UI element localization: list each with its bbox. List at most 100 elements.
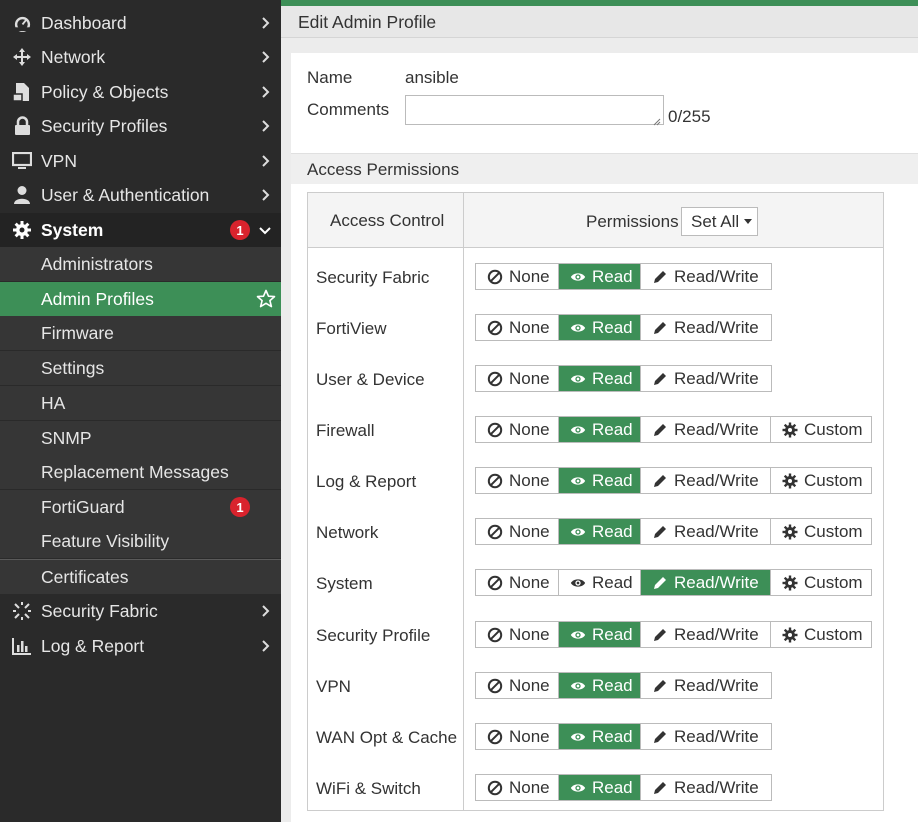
log-report-icon: [12, 636, 32, 656]
pencil-icon: [652, 678, 668, 694]
permission-option-label: Read/Write: [674, 726, 759, 746]
network-icon: [12, 47, 32, 67]
ban-icon: [487, 422, 503, 438]
permission-button-group: None Read Read/Write: [475, 365, 772, 392]
permission-row-label: Firewall: [316, 421, 375, 440]
nav-security-fabric[interactable]: Security Fabric: [0, 594, 281, 628]
permission-option-custom[interactable]: Custom: [771, 468, 871, 493]
permission-option-none[interactable]: None: [476, 673, 559, 698]
permission-option-rw[interactable]: Read/Write: [641, 417, 771, 442]
permission-option-label: None: [509, 777, 550, 797]
permissions-table: Access Control Permissions Set All Secur…: [307, 192, 884, 811]
eye-icon: [570, 422, 586, 438]
permission-option-custom[interactable]: Custom: [771, 417, 871, 442]
permission-option-label: None: [509, 317, 550, 337]
permission-option-read[interactable]: Read: [559, 366, 641, 391]
permission-option-rw[interactable]: Read/Write: [641, 468, 771, 493]
nav-label: Security Profiles: [41, 115, 168, 136]
permission-option-none[interactable]: None: [476, 775, 559, 800]
set-all-dropdown[interactable]: Set All: [681, 207, 758, 236]
permission-option-read[interactable]: Read: [559, 519, 641, 544]
permission-option-read[interactable]: Read: [559, 264, 641, 289]
ban-icon: [487, 269, 503, 285]
permission-option-label: Custom: [804, 470, 863, 490]
nav-network[interactable]: Network: [0, 40, 281, 74]
sidebar-item-fortiguard[interactable]: FortiGuard 1: [0, 490, 281, 524]
permission-option-read[interactable]: Read: [559, 570, 641, 595]
dashboard-icon: [12, 13, 32, 33]
eye-icon: [570, 729, 586, 745]
permission-option-custom[interactable]: Custom: [771, 519, 871, 544]
permission-option-rw[interactable]: Read/Write: [641, 264, 771, 289]
permission-option-label: Read/Write: [674, 521, 759, 541]
permission-option-read[interactable]: Read: [559, 417, 641, 442]
nav-vpn[interactable]: VPN: [0, 144, 281, 178]
nav-security-profiles[interactable]: Security Profiles: [0, 109, 281, 143]
caret-down-icon: [744, 219, 753, 224]
sidebar-item-feature-visibility[interactable]: Feature Visibility: [0, 524, 281, 558]
pencil-icon: [652, 575, 668, 591]
permission-option-none[interactable]: None: [476, 622, 559, 647]
permission-option-label: Read/Write: [674, 317, 759, 337]
permission-option-read[interactable]: Read: [559, 468, 641, 493]
sidebar-item-firmware[interactable]: Firmware: [0, 316, 281, 350]
sidebar-item-ha[interactable]: HA: [0, 386, 281, 420]
ban-icon: [487, 524, 503, 540]
permission-option-label: Read: [592, 726, 633, 746]
sidebar-item-snmp[interactable]: SNMP: [0, 421, 281, 455]
permission-option-rw[interactable]: Read/Write: [641, 622, 771, 647]
nav-user-authentication[interactable]: User & Authentication: [0, 178, 281, 212]
star-icon[interactable]: [256, 289, 276, 309]
resize-handle-icon[interactable]: [652, 113, 661, 126]
sidebar-item-administrators[interactable]: Administrators: [0, 247, 281, 281]
permission-option-read[interactable]: Read: [559, 775, 641, 800]
permission-option-none[interactable]: None: [476, 519, 559, 544]
nav-log-report[interactable]: Log & Report: [0, 629, 281, 663]
nav-dashboard[interactable]: Dashboard: [0, 6, 281, 40]
permission-option-rw[interactable]: Read/Write: [641, 775, 771, 800]
sidebar-item-replacement-messages[interactable]: Replacement Messages: [0, 455, 281, 489]
permission-option-label: Read: [592, 470, 633, 490]
permission-option-none[interactable]: None: [476, 468, 559, 493]
permission-option-read[interactable]: Read: [559, 724, 641, 749]
permission-option-rw[interactable]: Read/Write: [641, 519, 771, 544]
comments-field[interactable]: [405, 95, 664, 126]
chevron-right-icon: [258, 636, 272, 656]
permission-option-none[interactable]: None: [476, 570, 559, 595]
permission-option-none[interactable]: None: [476, 366, 559, 391]
permission-option-rw[interactable]: Read/Write: [641, 673, 771, 698]
sidebar-item-admin-profiles[interactable]: Admin Profiles: [0, 282, 281, 316]
permission-option-none[interactable]: None: [476, 264, 559, 289]
permission-option-read[interactable]: Read: [559, 622, 641, 647]
permission-option-label: Read/Write: [674, 624, 759, 644]
nav-label: Log & Report: [41, 635, 145, 656]
permission-option-rw[interactable]: Read/Write: [641, 724, 771, 749]
nav-label: Security Fabric: [41, 600, 158, 621]
sidebar-item-certificates[interactable]: Certificates: [0, 560, 281, 594]
pencil-icon: [652, 269, 668, 285]
permission-option-none[interactable]: None: [476, 724, 559, 749]
nav-policy-objects[interactable]: Policy & Objects: [0, 75, 281, 109]
permission-option-read[interactable]: Read: [559, 673, 641, 698]
sidebar-item-settings[interactable]: Settings: [0, 351, 281, 385]
permission-option-rw[interactable]: Read/Write: [641, 315, 771, 340]
permission-option-rw[interactable]: Read/Write: [641, 366, 771, 391]
permission-button-group: None Read Read/Write: [475, 723, 772, 750]
page-title: Edit Admin Profile: [298, 12, 437, 32]
gear-icon: [782, 627, 798, 643]
permission-option-rw[interactable]: Read/Write: [641, 570, 771, 595]
nav-system[interactable]: System 1: [0, 213, 281, 247]
permission-option-label: Custom: [804, 572, 863, 592]
column-header-permissions: Permissions: [586, 212, 679, 231]
eye-icon: [570, 320, 586, 336]
gear-icon: [782, 524, 798, 540]
permission-option-label: Read/Write: [674, 368, 759, 388]
permission-option-none[interactable]: None: [476, 315, 559, 340]
permission-option-label: None: [509, 675, 550, 695]
permission-option-custom[interactable]: Custom: [771, 570, 871, 595]
permission-option-none[interactable]: None: [476, 417, 559, 442]
permission-option-read[interactable]: Read: [559, 315, 641, 340]
permission-option-label: Read/Write: [674, 470, 759, 490]
column-divider: [463, 193, 464, 810]
permission-option-custom[interactable]: Custom: [771, 622, 871, 647]
